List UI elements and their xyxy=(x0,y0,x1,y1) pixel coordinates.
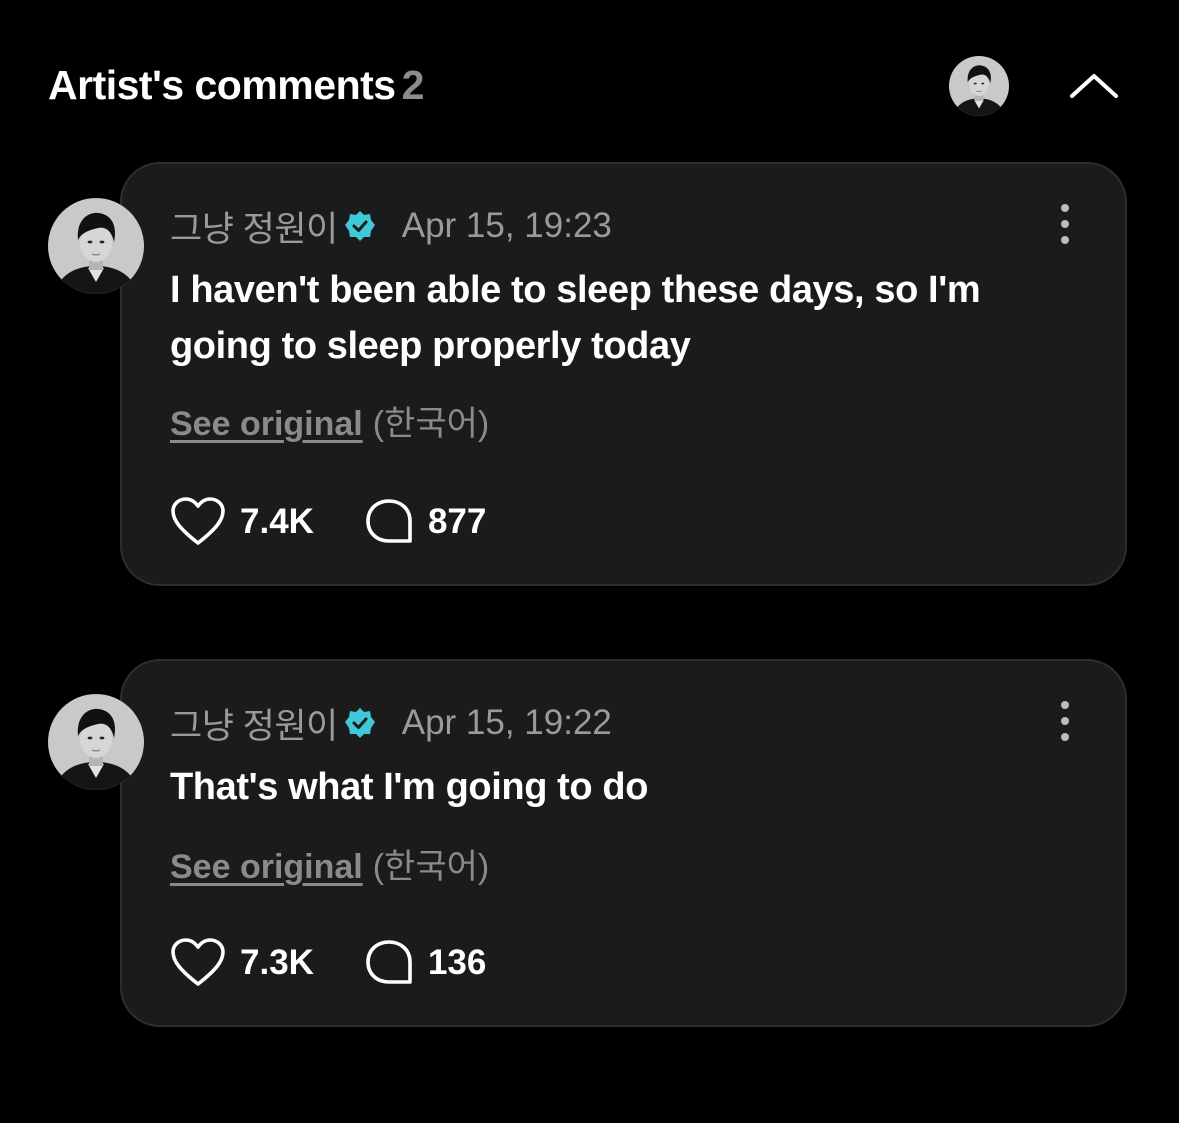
section-title-label: Artist's comments xyxy=(48,62,396,108)
comment-meta: 그냥 정원이 Apr 15, 19:22 xyxy=(170,699,612,747)
comment-card: 그냥 정원이 Apr 15, 19:23 I haven't been able… xyxy=(120,162,1127,586)
comment-bubble-icon xyxy=(366,499,412,543)
see-original-row: See original (한국어) xyxy=(170,839,489,888)
like-button[interactable]: 7.3K xyxy=(170,938,314,988)
author-avatar[interactable] xyxy=(48,198,144,294)
see-original-link[interactable]: See original xyxy=(170,405,363,443)
reply-button[interactable]: 136 xyxy=(364,938,486,988)
comments-header: Artist's comments 2 xyxy=(48,56,1131,116)
more-options-button[interactable] xyxy=(1045,200,1085,248)
comment-card: 그냥 정원이 Apr 15, 19:22 That's what I'm goi… xyxy=(120,659,1127,1027)
comment-meta: 그냥 정원이 Apr 15, 19:23 xyxy=(170,202,612,250)
comment-bubble-icon xyxy=(366,940,412,984)
comment-count: 2 xyxy=(401,62,425,108)
reply-count: 136 xyxy=(427,943,487,982)
more-options-button[interactable] xyxy=(1045,697,1085,745)
original-language: (한국어) xyxy=(372,405,490,443)
comment-actions: 7.4K 877 xyxy=(170,494,486,550)
comment-text: That's what I'm going to do xyxy=(170,766,649,808)
more-vertical-icon xyxy=(1061,701,1069,741)
section-title: Artist's comments 2 xyxy=(48,62,424,109)
comment-item: 그냥 정원이 Apr 15, 19:22 That's what I'm goi… xyxy=(48,659,1131,1027)
original-language: (한국어) xyxy=(372,848,490,886)
author-avatar[interactable] xyxy=(48,694,144,790)
reply-button[interactable]: 877 xyxy=(364,497,486,547)
verified-badge-icon xyxy=(344,211,375,241)
artist-avatar[interactable] xyxy=(949,56,1009,116)
author-avatar-image xyxy=(48,198,144,294)
comment-timestamp: Apr 15, 19:23 xyxy=(401,206,612,245)
heart-icon xyxy=(171,938,225,986)
like-count: 7.3K xyxy=(240,943,314,982)
author-avatar-image xyxy=(48,694,144,790)
author-name[interactable]: 그냥 정원이 xyxy=(170,698,338,749)
author-name[interactable]: 그냥 정원이 xyxy=(170,201,338,252)
see-original-link[interactable]: See original xyxy=(170,848,363,886)
comment-item: 그냥 정원이 Apr 15, 19:23 I haven't been able… xyxy=(48,162,1131,586)
see-original-row: See original (한국어) xyxy=(170,396,489,445)
more-vertical-icon xyxy=(1061,204,1069,244)
heart-icon xyxy=(171,497,225,545)
verified-badge-icon xyxy=(344,708,375,738)
like-button[interactable]: 7.4K xyxy=(170,497,314,547)
reply-count: 877 xyxy=(427,502,487,541)
artist-avatar-image xyxy=(949,56,1009,116)
collapse-button[interactable] xyxy=(1064,64,1124,108)
comment-text: I haven't been able to sleep these days,… xyxy=(170,269,981,367)
like-count: 7.4K xyxy=(240,502,314,541)
comment-actions: 7.3K 136 xyxy=(170,935,486,991)
chevron-up-icon xyxy=(1070,74,1118,98)
comment-timestamp: Apr 15, 19:22 xyxy=(401,703,612,742)
